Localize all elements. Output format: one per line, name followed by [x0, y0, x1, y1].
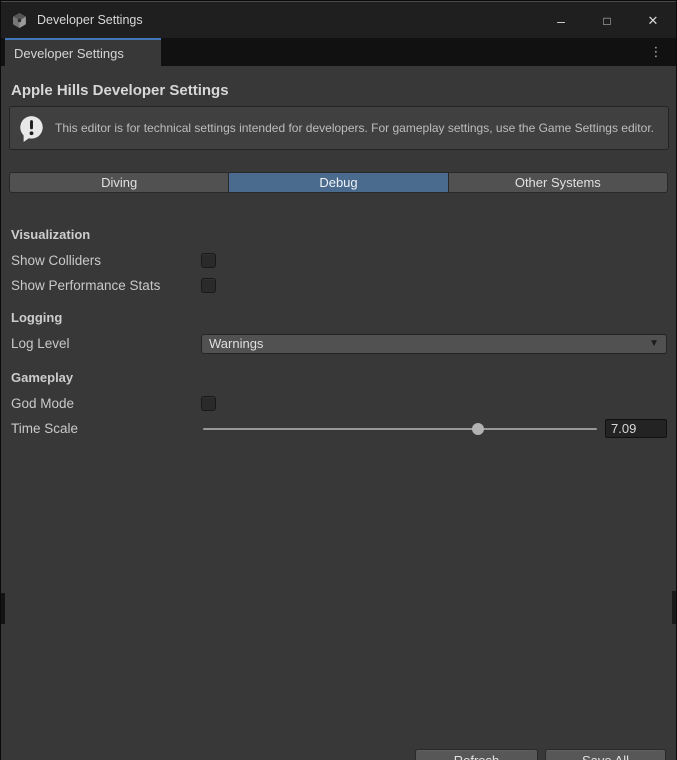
god-mode-checkbox[interactable]: [201, 396, 216, 411]
help-text: This editor is for technical settings in…: [55, 121, 654, 136]
time-scale-slider-thumb[interactable]: [472, 423, 484, 435]
developer-settings-window: Developer Settings – □ ✕ Developer Setti…: [0, 0, 677, 760]
tab-other-systems-label: Other Systems: [515, 175, 601, 190]
log-level-dropdown[interactable]: Warnings ▼: [201, 334, 667, 354]
show-performance-stats-label: Show Performance Stats: [11, 278, 201, 293]
tab-developer-settings[interactable]: Developer Settings: [5, 38, 161, 66]
window-title: Developer Settings: [37, 13, 143, 27]
page-title: Apple Hills Developer Settings: [11, 82, 676, 99]
section-title-gameplay: Gameplay: [11, 370, 676, 386]
slider-track[interactable]: [203, 428, 597, 430]
log-level-label: Log Level: [11, 336, 201, 351]
maximize-icon: □: [603, 14, 610, 28]
section-title-logging: Logging: [11, 310, 676, 326]
help-box: This editor is for technical settings in…: [9, 106, 669, 150]
close-button[interactable]: ✕: [630, 2, 676, 39]
time-scale-slider-track-area[interactable]: [201, 421, 599, 437]
row-show-colliders: Show Colliders: [1, 248, 676, 273]
background-window-fragment-left: [1, 593, 5, 624]
unity-app-icon: [11, 12, 28, 29]
tab-other-systems[interactable]: Other Systems: [449, 173, 667, 192]
tab-diving[interactable]: Diving: [10, 173, 229, 192]
maximize-button[interactable]: □: [584, 2, 630, 39]
minimize-icon: –: [557, 13, 565, 29]
god-mode-label: God Mode: [11, 396, 201, 411]
refresh-button-label: Refresh: [454, 753, 500, 760]
time-scale-label: Time Scale: [11, 421, 201, 436]
tab-context-menu-button[interactable]: ⋮: [646, 38, 666, 66]
tab-diving-label: Diving: [101, 175, 137, 190]
log-level-value: Warnings: [209, 336, 649, 351]
save-all-button[interactable]: Save All: [545, 749, 666, 760]
show-colliders-checkbox[interactable]: [201, 253, 216, 268]
editor-content: Apple Hills Developer Settings This edit…: [1, 82, 676, 760]
window-controls: – □ ✕: [538, 2, 676, 39]
tab-debug[interactable]: Debug: [229, 173, 448, 192]
row-show-performance-stats: Show Performance Stats: [1, 273, 676, 298]
kebab-menu-icon: ⋮: [650, 44, 663, 60]
refresh-button[interactable]: Refresh: [415, 749, 538, 760]
row-log-level: Log Level Warnings ▼: [1, 331, 676, 356]
background-window-fragment-right: [672, 591, 676, 624]
tab-label: Developer Settings: [14, 46, 124, 61]
time-scale-value: 7.09: [611, 421, 636, 436]
footer-actions: Refresh Save All: [415, 749, 666, 760]
chevron-down-icon: ▼: [649, 339, 659, 349]
show-performance-stats-checkbox[interactable]: [201, 278, 216, 293]
time-scale-value-field[interactable]: 7.09: [605, 419, 667, 438]
row-time-scale: Time Scale 7.09: [1, 416, 676, 441]
titlebar[interactable]: Developer Settings – □ ✕: [1, 1, 676, 38]
save-all-button-label: Save All: [582, 753, 629, 760]
alert-speech-bubble-icon: [18, 115, 45, 142]
editor-tab-bar: Developer Settings ⋮: [1, 38, 676, 66]
category-toolbar: Diving Debug Other Systems: [9, 172, 668, 193]
section-title-visualization: Visualization: [11, 227, 676, 243]
row-god-mode: God Mode: [1, 391, 676, 416]
close-icon: ✕: [648, 13, 659, 29]
show-colliders-label: Show Colliders: [11, 253, 201, 268]
time-scale-slider[interactable]: 7.09: [201, 419, 667, 438]
minimize-button[interactable]: –: [538, 2, 584, 39]
tab-debug-label: Debug: [319, 175, 357, 190]
